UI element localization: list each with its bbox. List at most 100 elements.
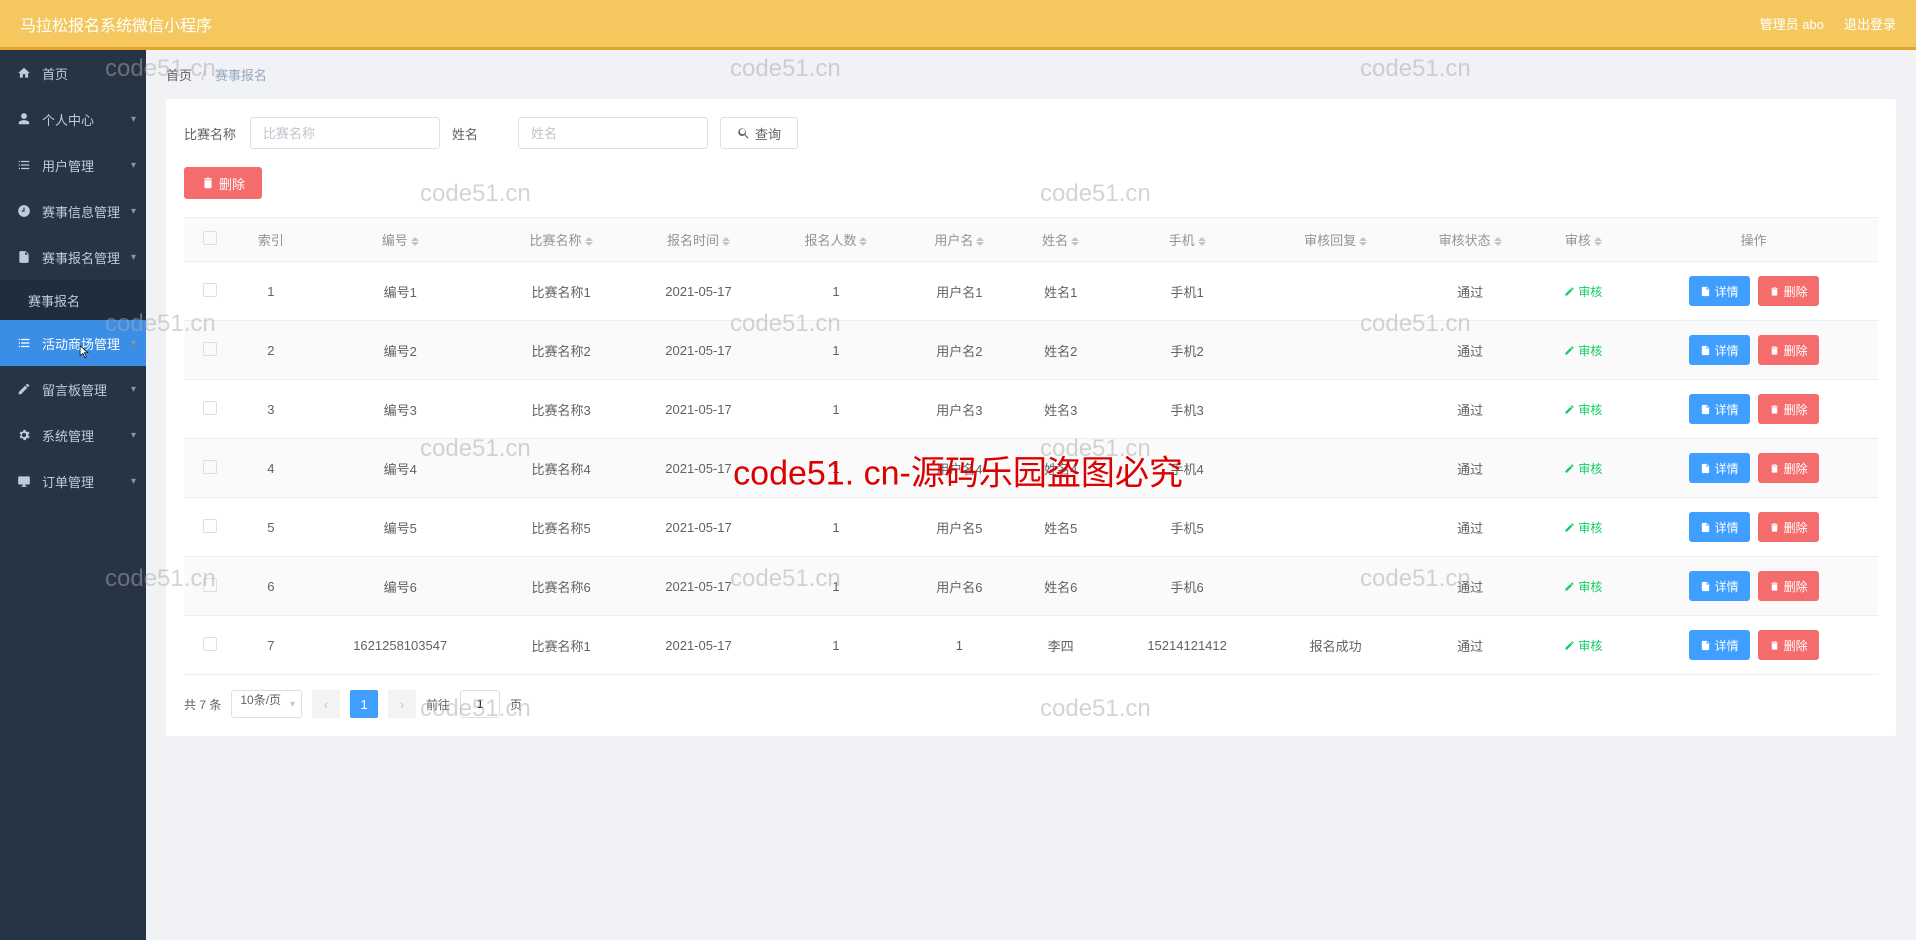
col-header-1[interactable]: 编号 — [307, 218, 494, 262]
cell-code: 编号4 — [307, 439, 494, 498]
sidebar-item-0[interactable]: 首页 — [0, 50, 146, 96]
delete-button[interactable]: 删除 — [1758, 630, 1819, 660]
audit-button[interactable]: 审核 — [1564, 578, 1602, 595]
realname-input[interactable] — [518, 117, 708, 149]
detail-button[interactable]: 详情 — [1689, 571, 1750, 601]
breadcrumb: 首页 / 赛事报名 — [166, 65, 1896, 84]
sidebar-item-5[interactable]: 活动商场管理▾ — [0, 320, 146, 366]
clock-icon — [16, 204, 32, 218]
match-name-input[interactable] — [250, 117, 440, 149]
detail-button[interactable]: 详情 — [1689, 276, 1750, 306]
delete-button[interactable]: 删除 — [1758, 571, 1819, 601]
cell-count: 1 — [769, 498, 903, 557]
detail-button[interactable]: 详情 — [1689, 630, 1750, 660]
sort-icon — [1359, 237, 1367, 246]
table-row: 5 编号5 比赛名称5 2021-05-17 1 用户名5 姓名5 手机5 通过… — [184, 498, 1878, 557]
delete-button[interactable]: 删除 — [1758, 512, 1819, 542]
table-row: 6 编号6 比赛名称6 2021-05-17 1 用户名6 姓名6 手机6 通过… — [184, 557, 1878, 616]
col-header-0[interactable]: 索引 — [235, 218, 307, 262]
detail-button[interactable]: 详情 — [1689, 394, 1750, 424]
total-count: 共 7 条 — [184, 696, 221, 713]
col-header-8[interactable]: 审核回复 — [1268, 218, 1402, 262]
col-header-7[interactable]: 手机 — [1106, 218, 1269, 262]
sidebar-item-label: 赛事报名管理 — [42, 248, 120, 267]
trash-icon — [1769, 522, 1780, 533]
delete-button[interactable]: 删除 — [1758, 453, 1819, 483]
row-checkbox[interactable] — [203, 637, 217, 651]
col-header-6[interactable]: 姓名 — [1016, 218, 1106, 262]
prev-page-button[interactable]: ‹ — [312, 690, 340, 718]
sidebar-item-7[interactable]: 系统管理▾ — [0, 412, 146, 458]
query-button[interactable]: 查询 — [720, 117, 798, 149]
edit-icon — [1564, 345, 1575, 356]
row-checkbox[interactable] — [203, 519, 217, 533]
header: 马拉松报名系统微信小程序 管理员 abo 退出登录 — [0, 0, 1916, 50]
sort-icon — [976, 237, 984, 246]
detail-button[interactable]: 详情 — [1689, 453, 1750, 483]
col-header-2[interactable]: 比赛名称 — [494, 218, 628, 262]
row-checkbox[interactable] — [203, 342, 217, 356]
col-header-5[interactable]: 用户名 — [903, 218, 1015, 262]
cell-count: 1 — [769, 380, 903, 439]
audit-button[interactable]: 审核 — [1564, 460, 1602, 477]
sort-icon — [859, 237, 867, 246]
next-page-button[interactable]: › — [388, 690, 416, 718]
row-checkbox[interactable] — [203, 578, 217, 592]
delete-button[interactable]: 删除 — [1758, 335, 1819, 365]
goto-input[interactable] — [460, 690, 500, 718]
select-all-checkbox[interactable] — [203, 231, 217, 245]
main-content: 首页 / 赛事报名 比赛名称 姓名 查询 删除 — [146, 50, 1916, 940]
sidebar-item-label: 赛事信息管理 — [42, 202, 120, 221]
sidebar-item-3[interactable]: 赛事信息管理▾ — [0, 188, 146, 234]
cell-status: 通过 — [1403, 380, 1537, 439]
sidebar-item-8[interactable]: 订单管理▾ — [0, 458, 146, 504]
sidebar-item-6[interactable]: 留言板管理▾ — [0, 366, 146, 412]
col-header-10[interactable]: 审核 — [1537, 218, 1629, 262]
row-checkbox[interactable] — [203, 401, 217, 415]
cell-name: 比赛名称3 — [494, 380, 628, 439]
row-checkbox[interactable] — [203, 283, 217, 297]
sort-icon — [1594, 237, 1602, 246]
cell-code: 编号5 — [307, 498, 494, 557]
audit-button[interactable]: 审核 — [1564, 401, 1602, 418]
delete-button[interactable]: 删除 — [1758, 394, 1819, 424]
sort-icon — [585, 237, 593, 246]
sort-icon — [1494, 237, 1502, 246]
page-size-select[interactable]: 10条/页 ▾ — [231, 690, 302, 718]
audit-button[interactable]: 审核 — [1564, 342, 1602, 359]
cell-realname: 姓名6 — [1016, 557, 1106, 616]
col-header-4[interactable]: 报名人数 — [769, 218, 903, 262]
admin-label[interactable]: 管理员 abo — [1760, 14, 1824, 33]
app-title: 马拉松报名系统微信小程序 — [20, 12, 212, 36]
logout-link[interactable]: 退出登录 — [1844, 14, 1896, 33]
submenu-registration[interactable]: 赛事报名 — [0, 280, 146, 320]
sidebar-item-1[interactable]: 个人中心▾ — [0, 96, 146, 142]
audit-button[interactable]: 审核 — [1564, 283, 1602, 300]
cell-idx: 4 — [235, 439, 307, 498]
col-header-3[interactable]: 报名时间 — [628, 218, 768, 262]
col-header-11[interactable]: 操作 — [1629, 218, 1878, 262]
trash-icon — [1769, 581, 1780, 592]
gear-icon — [16, 428, 32, 442]
doc-icon — [1700, 581, 1711, 592]
chevron-down-icon: ▾ — [290, 699, 295, 710]
detail-button[interactable]: 详情 — [1689, 512, 1750, 542]
delete-button[interactable]: 删除 — [1758, 276, 1819, 306]
sort-icon — [1071, 237, 1079, 246]
detail-button[interactable]: 详情 — [1689, 335, 1750, 365]
edit-icon — [1564, 640, 1575, 651]
cell-user: 用户名2 — [903, 321, 1015, 380]
batch-delete-button[interactable]: 删除 — [184, 167, 262, 199]
col-header-9[interactable]: 审核状态 — [1403, 218, 1537, 262]
sidebar-item-label: 留言板管理 — [42, 380, 107, 399]
row-checkbox[interactable] — [203, 460, 217, 474]
page-1-button[interactable]: 1 — [350, 690, 378, 718]
breadcrumb-home[interactable]: 首页 — [166, 68, 192, 83]
sidebar-item-2[interactable]: 用户管理▾ — [0, 142, 146, 188]
audit-button[interactable]: 审核 — [1564, 637, 1602, 654]
cell-name: 比赛名称2 — [494, 321, 628, 380]
audit-button[interactable]: 审核 — [1564, 519, 1602, 536]
sidebar: 首页个人中心▾用户管理▾赛事信息管理▾赛事报名管理▾赛事报名活动商场管理▾留言板… — [0, 50, 146, 940]
sidebar-item-4[interactable]: 赛事报名管理▾ — [0, 234, 146, 280]
sidebar-item-label: 个人中心 — [42, 110, 94, 129]
